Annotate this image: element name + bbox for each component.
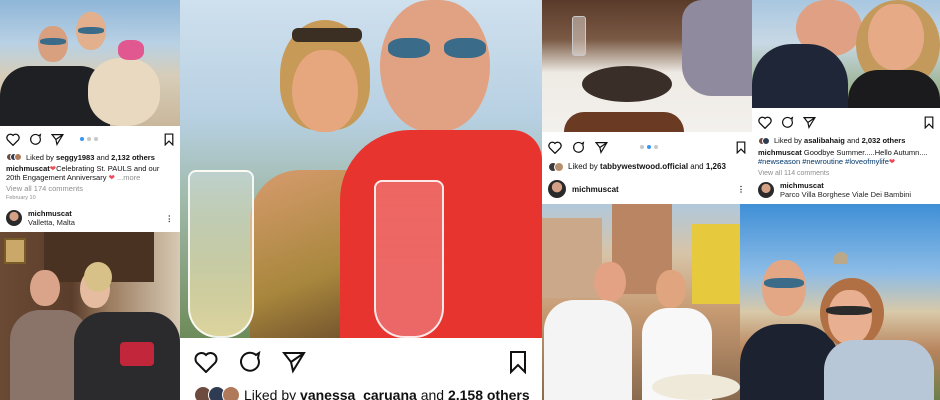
- heart-emoji-icon: ❤: [888, 157, 896, 167]
- liker-avatars: [758, 136, 770, 145]
- post-username[interactable]: michmuscat: [28, 209, 75, 218]
- post-tile-autumn: Liked by asalibahaig and 2,032 others mi…: [752, 0, 940, 204]
- share-icon[interactable]: [282, 350, 306, 374]
- comment-icon[interactable]: [572, 140, 585, 154]
- bookmark-icon[interactable]: [508, 350, 528, 374]
- carousel-dots: [80, 137, 98, 141]
- caption-hashtags[interactable]: #newseason #newroutine #loveofmylife: [758, 157, 889, 166]
- avatar[interactable]: [758, 182, 774, 198]
- caption-username[interactable]: michmuscat: [758, 148, 802, 157]
- post-date: February 10: [6, 195, 36, 201]
- post-photo-selfie-autumn[interactable]: [752, 0, 940, 108]
- likes-join: and: [96, 152, 110, 162]
- post-location[interactable]: Parco Villa Borghese Viale Dei Bambini: [780, 190, 911, 199]
- likes-count[interactable]: 1,263: [706, 162, 726, 171]
- post-caption: michmuscat Goodbye Summer.....Hello Autu…: [752, 148, 940, 167]
- post-photo-living-room[interactable]: [0, 232, 180, 400]
- bookmark-icon[interactable]: [736, 140, 746, 154]
- post-username[interactable]: michmuscat: [780, 181, 911, 190]
- post-username[interactable]: michmuscat: [572, 185, 619, 194]
- heart-icon[interactable]: [6, 133, 20, 146]
- avatar[interactable]: [6, 210, 22, 226]
- liked-by-user[interactable]: vanessa_caruana: [300, 387, 417, 400]
- likes-count[interactable]: 2,032 others: [862, 136, 906, 145]
- post-photo-cafe-terrace[interactable]: [542, 204, 740, 400]
- likes-join: and: [846, 136, 860, 145]
- post-actions: [180, 344, 542, 380]
- more-icon[interactable]: ⋮: [166, 214, 175, 223]
- share-icon[interactable]: [51, 133, 64, 146]
- likes-join: and: [690, 162, 704, 171]
- comment-icon[interactable]: [238, 350, 262, 374]
- post-tile-cafe: [542, 204, 740, 400]
- post-caption: michmuscat❤Celebrating St. PAULS and our…: [0, 164, 180, 183]
- share-icon[interactable]: [803, 116, 816, 129]
- likes-prefix: Liked by: [774, 136, 802, 145]
- caption-username[interactable]: michmuscat: [6, 164, 50, 173]
- liked-by-user[interactable]: seggy1983: [56, 153, 94, 162]
- caption-text: Goodbye Summer.....Hello Autumn....: [803, 148, 928, 157]
- comment-icon[interactable]: [781, 115, 794, 129]
- post-tile-prosecco: Liked by vanessa_caruana and 2,158 other…: [180, 0, 542, 400]
- liked-by-user[interactable]: tabbywestwood.official: [600, 162, 688, 171]
- liked-by-user[interactable]: asalibahaig: [804, 136, 845, 145]
- likes-join: and: [420, 387, 445, 400]
- carousel-dots: [640, 145, 658, 149]
- likes-row: Liked by vanessa_caruana and 2,158 other…: [180, 386, 542, 400]
- post-header: michmuscat Parco Villa Borghese Viale De…: [752, 178, 940, 202]
- likes-row: Liked by asalibahaig and 2,032 others: [752, 135, 940, 146]
- heart-icon[interactable]: [548, 141, 562, 154]
- liker-avatars: [6, 153, 22, 161]
- share-icon[interactable]: [595, 141, 608, 154]
- likes-count[interactable]: 2,158 others: [448, 387, 530, 400]
- likes-prefix: Liked by: [244, 387, 297, 400]
- bookmark-icon[interactable]: [924, 115, 934, 129]
- caption-more-link[interactable]: ...more: [117, 173, 140, 182]
- post-tile-celebration: Liked by seggy1983 and 2,132 others mich…: [0, 0, 180, 232]
- view-comments-link[interactable]: View all 174 comments: [0, 184, 180, 193]
- post-actions: [752, 112, 940, 132]
- post-header: michmuscat Valletta, Malta ⋮: [0, 206, 180, 230]
- post-tile-rome: [740, 204, 940, 400]
- likes-row: Liked by tabbywestwood.official and 1,26…: [542, 160, 752, 173]
- post-photo-couple-toast[interactable]: [180, 0, 542, 338]
- comment-icon[interactable]: [29, 132, 42, 146]
- post-tile-family: [0, 232, 180, 400]
- post-photo-city-view[interactable]: [740, 204, 940, 400]
- heart-emoji-icon: ❤: [108, 173, 115, 183]
- heart-icon[interactable]: [758, 116, 772, 129]
- post-header: michmuscat ⋮: [542, 178, 752, 200]
- bookmark-icon[interactable]: [164, 132, 174, 146]
- post-photo-beach-dog[interactable]: [0, 0, 180, 126]
- liker-avatars: [194, 386, 240, 400]
- likes-row: Liked by seggy1983 and 2,132 others: [0, 151, 180, 163]
- likes-prefix: Liked by: [26, 152, 54, 162]
- more-icon[interactable]: ⋮: [737, 185, 746, 194]
- post-photo-dinner-table[interactable]: [542, 0, 752, 132]
- heart-icon[interactable]: [194, 351, 218, 373]
- likes-prefix: Liked by: [568, 162, 598, 171]
- post-location[interactable]: Valletta, Malta: [28, 218, 75, 227]
- view-comments-link[interactable]: View all 114 comments: [752, 170, 940, 176]
- post-tile-dinner: Liked by tabbywestwood.official and 1,26…: [542, 0, 752, 204]
- liker-avatars: [548, 161, 564, 172]
- likes-count[interactable]: 2,132 others: [111, 153, 155, 162]
- avatar[interactable]: [548, 180, 566, 198]
